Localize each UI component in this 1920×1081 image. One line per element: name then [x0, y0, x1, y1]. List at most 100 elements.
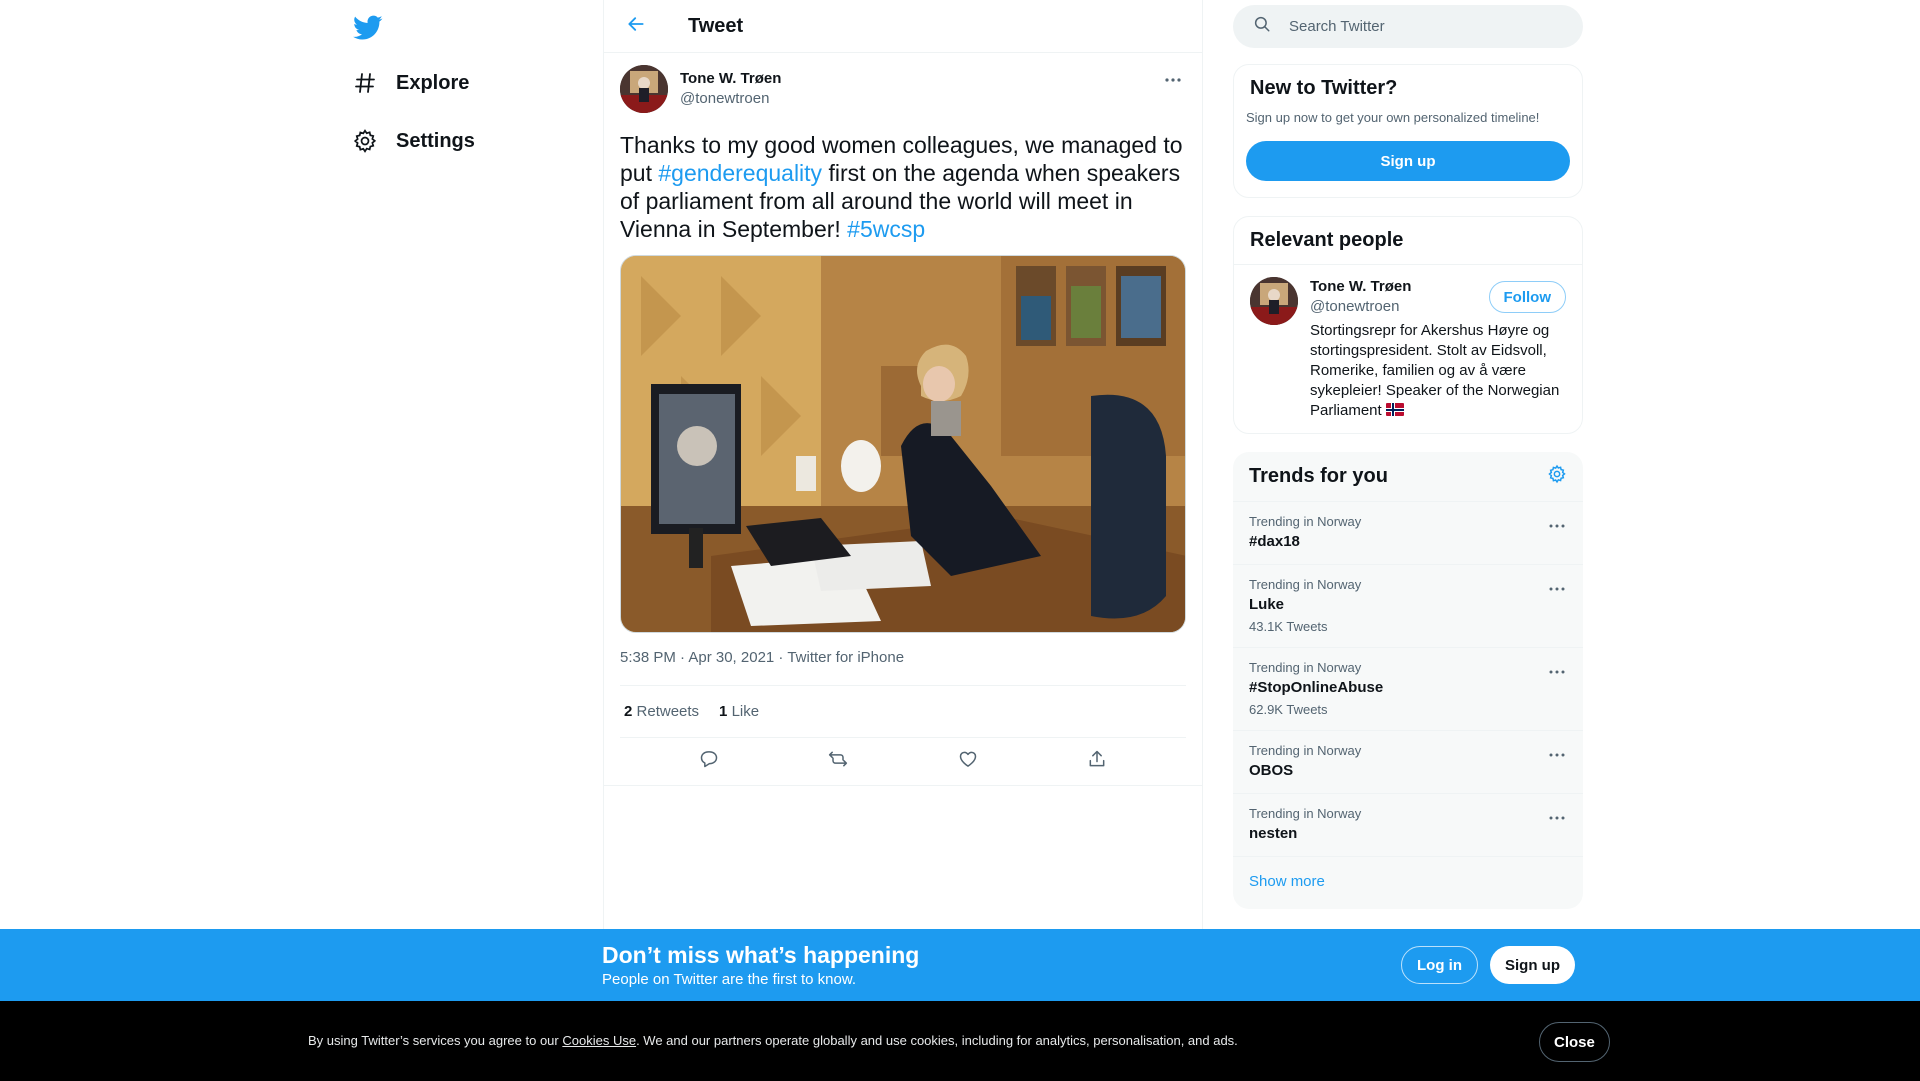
trend-count: 43.1K Tweets	[1249, 619, 1328, 634]
page-title: Tweet	[688, 14, 744, 37]
cookies-use-link[interactable]: Cookies Use	[562, 1033, 636, 1048]
more-dots-icon	[1549, 807, 1565, 825]
heart-icon	[958, 749, 978, 774]
retweets-count: 2	[624, 703, 633, 720]
trend-context: Trending in Norway	[1249, 806, 1362, 821]
back-button[interactable]	[618, 8, 654, 44]
show-more-link[interactable]: Show more	[1233, 856, 1583, 909]
new-to-twitter-card: New to Twitter? Sign up now to get your …	[1233, 64, 1583, 198]
retweet-icon	[827, 749, 849, 774]
trend-name: nesten	[1249, 825, 1298, 842]
trend-item[interactable]: Trending in Norway OBOS	[1233, 730, 1583, 793]
show-more-label: Show more	[1249, 873, 1325, 890]
card-subtitle: Sign up now to get your own personalized…	[1246, 110, 1540, 125]
person-item[interactable]: Tone W. Trøen @tonewtroen Stortingsrepr …	[1234, 264, 1582, 433]
card-title: Trends for you	[1249, 465, 1388, 487]
retweets-stat[interactable]: 2 Retweets	[624, 703, 699, 720]
twitter-logo-icon[interactable]	[350, 10, 386, 46]
sign-up-button[interactable]: Sign up	[1246, 141, 1570, 181]
hashtag-link[interactable]: #5wcsp	[847, 216, 925, 242]
more-options-button[interactable]	[1160, 69, 1186, 89]
page-header: Tweet	[604, 0, 1202, 53]
trend-context: Trending in Norway	[1249, 577, 1362, 592]
tweet-stats: 2 Retweets 1 Like	[620, 685, 1186, 738]
retweets-label: Retweets	[636, 703, 700, 720]
nav-item-label: Settings	[396, 129, 475, 152]
person-bio: Stortingsrepr for Akershus Høyre og stor…	[1310, 321, 1566, 421]
tweet: Tone W. Trøen @tonewtroen Thanks to my g…	[604, 53, 1202, 786]
search-box[interactable]	[1233, 5, 1583, 48]
more-dots-icon	[1549, 744, 1565, 762]
trend-name: Luke	[1249, 596, 1285, 613]
cookie-text-before: By using Twitter’s services you agree to…	[308, 1033, 563, 1048]
right-sidebar: New to Twitter? Sign up now to get your …	[1233, 0, 1583, 909]
tweet-text: Thanks to my good women colleagues, we m…	[620, 131, 1186, 243]
banner-sign-up-button[interactable]: Sign up	[1490, 946, 1575, 984]
nav-item-settings[interactable]: Settings	[346, 118, 475, 164]
avatar[interactable]	[620, 65, 668, 113]
retweet-button[interactable]	[820, 744, 856, 780]
hashtag-icon	[346, 68, 384, 98]
more-dots-icon	[1164, 70, 1182, 88]
trend-name: OBOS	[1249, 762, 1294, 779]
banner-subtitle: People on Twitter are the first to know.	[602, 971, 857, 988]
norway-flag-icon	[1385, 403, 1404, 416]
trend-more-button[interactable]	[1547, 514, 1567, 534]
relevant-people-card: Relevant people Tone W. Trøen @tonewtroe…	[1233, 216, 1583, 434]
trend-count: 62.9K Tweets	[1249, 702, 1328, 717]
more-dots-icon	[1549, 578, 1565, 596]
reply-icon	[699, 749, 719, 774]
trend-context: Trending in Norway	[1249, 514, 1362, 529]
nav-item-explore[interactable]: Explore	[346, 60, 469, 106]
trend-more-button[interactable]	[1547, 743, 1567, 763]
banner-title: Don’t miss what’s happening	[602, 942, 920, 968]
trend-item[interactable]: Trending in Norway nesten	[1233, 793, 1583, 856]
reply-button[interactable]	[691, 744, 727, 780]
search-icon	[1253, 15, 1271, 38]
cookies-use-label: Cookies Use	[562, 1033, 637, 1048]
cookie-text: By using Twitter’s services you agree to…	[308, 1033, 1238, 1048]
share-button[interactable]	[1079, 744, 1115, 780]
trend-item[interactable]: Trending in Norway Luke 43.1K Tweets	[1233, 564, 1583, 647]
card-title: New to Twitter?	[1250, 77, 1398, 99]
likes-stat[interactable]: 1 Like	[719, 703, 759, 720]
like-button[interactable]	[950, 744, 986, 780]
trend-item[interactable]: Trending in Norway #StopOnlineAbuse 62.9…	[1233, 647, 1583, 730]
more-dots-icon	[1549, 515, 1565, 533]
share-icon	[1087, 749, 1107, 774]
trend-item[interactable]: Trending in Norway #dax18	[1233, 501, 1583, 564]
trend-more-button[interactable]	[1547, 660, 1567, 680]
trends-card: Trends for you Trending in Norway #dax18…	[1233, 452, 1583, 909]
tweet-timestamp[interactable]: 5:38 PM · Apr 30, 2021 · Twitter for iPh…	[620, 649, 1186, 671]
arrow-left-icon	[626, 14, 646, 39]
trends-settings-button[interactable]	[1547, 464, 1567, 489]
signup-banner: Don’t miss what’s happening People on Tw…	[0, 929, 1920, 1001]
trend-name: #dax18	[1249, 533, 1300, 550]
nav-item-label: Explore	[396, 71, 470, 94]
tweet-actions	[604, 738, 1202, 786]
cookie-text-after: . We and our partners operate globally a…	[636, 1033, 1238, 1048]
hashtag-link[interactable]: #genderequality	[658, 160, 822, 186]
trend-name: #StopOnlineAbuse	[1249, 679, 1384, 696]
close-cookie-button[interactable]: Close	[1539, 1022, 1610, 1062]
author-handle[interactable]: @tonewtroen	[680, 89, 781, 109]
avatar[interactable]	[1250, 277, 1298, 325]
trend-more-button[interactable]	[1547, 577, 1567, 597]
gear-icon	[346, 126, 384, 156]
more-dots-icon	[1549, 661, 1565, 679]
cookie-bar: By using Twitter’s services you agree to…	[0, 1001, 1920, 1081]
trend-context: Trending in Norway	[1249, 743, 1362, 758]
trend-context: Trending in Norway	[1249, 660, 1362, 675]
search-input[interactable]	[1289, 18, 1549, 35]
follow-button[interactable]: Follow	[1488, 281, 1566, 313]
tweet-author: Tone W. Trøen @tonewtroen	[620, 65, 1186, 115]
trend-more-button[interactable]	[1547, 806, 1567, 826]
author-name[interactable]: Tone W. Trøen	[680, 69, 781, 89]
gear-icon	[1547, 464, 1567, 488]
tweet-photo[interactable]	[620, 255, 1186, 633]
likes-count: 1	[719, 703, 728, 720]
log-in-button[interactable]: Log in	[1401, 946, 1478, 984]
card-title: Relevant people	[1250, 229, 1404, 251]
likes-label: Like	[731, 703, 760, 720]
person-bio-text: Stortingsrepr for Akershus Høyre og stor…	[1310, 322, 1560, 419]
